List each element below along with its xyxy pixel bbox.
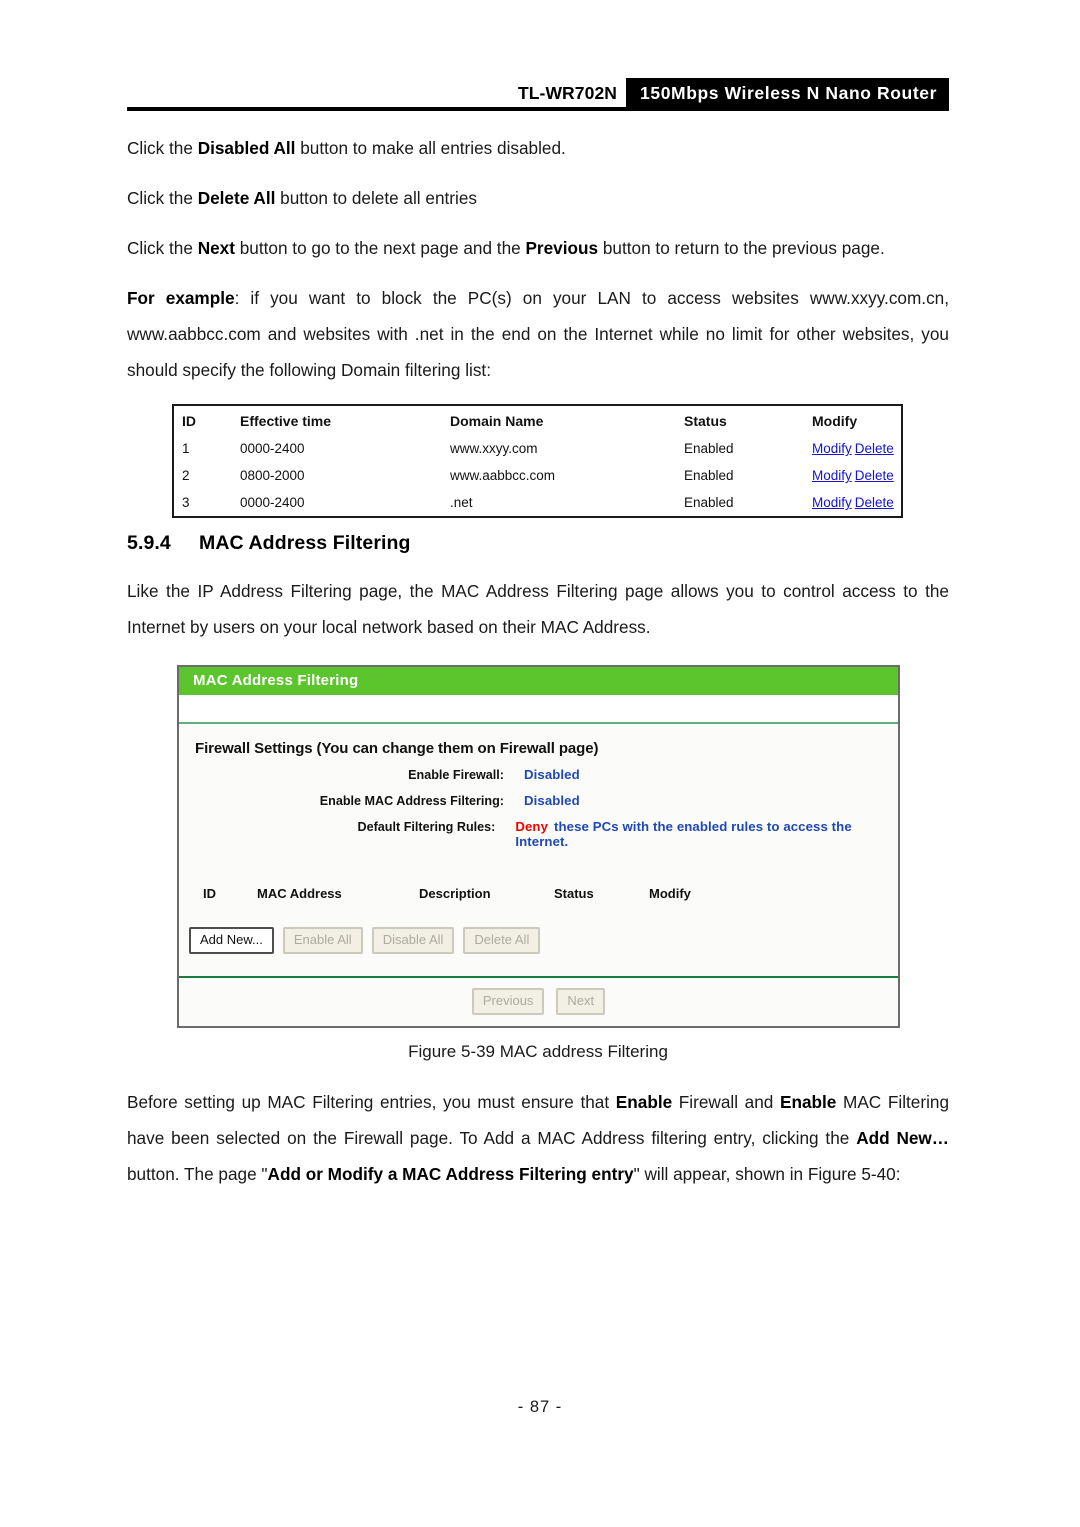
- cell-status: Enabled: [684, 495, 734, 510]
- cell-modify: Modify Delete: [812, 489, 912, 516]
- modify-link[interactable]: Modify: [812, 468, 852, 483]
- router-ui-panel: MAC Address Filtering Firewall Settings …: [177, 665, 900, 1028]
- header-model-name: TL-WR702N: [517, 82, 618, 103]
- col-header-description: Description: [419, 886, 491, 901]
- router-panel-body: Firewall Settings (You can change them o…: [179, 724, 898, 976]
- paragraph-for-example: For example: if you want to block the PC…: [127, 288, 949, 380]
- field-enable-mac-address-filtering: Enable MAC Address Filtering: Disabled: [179, 793, 898, 808]
- document-content: Click the Disabled All button to make al…: [127, 130, 949, 1192]
- header-rule: [127, 107, 949, 111]
- modify-link[interactable]: Modify: [812, 441, 852, 456]
- section-number: 5.9.4: [127, 532, 171, 554]
- field-value: Disabled: [524, 793, 580, 808]
- field-enable-firewall: Enable Firewall: Disabled: [179, 767, 898, 782]
- modify-link[interactable]: Modify: [812, 495, 852, 510]
- table-header-row: ID Effective time Domain Name Status Mod…: [174, 406, 912, 435]
- delete-link[interactable]: Delete: [855, 495, 894, 510]
- section-title: MAC Address Filtering: [199, 532, 411, 554]
- domain-filtering-table: ID Effective time Domain Name Status Mod…: [172, 404, 903, 518]
- router-panel-blank-strip: [179, 695, 898, 724]
- col-header-mac-address: MAC Address: [257, 886, 342, 901]
- field-default-filtering-rules: Default Filtering Rules: Deny these PCs w…: [179, 819, 898, 849]
- cell-domain: www.xxyy.com: [450, 441, 538, 456]
- paragraph-delete-all: Click the Delete All button to delete al…: [127, 188, 477, 208]
- router-panel-title: MAC Address Filtering: [179, 667, 898, 695]
- add-new-button[interactable]: Add New...: [189, 927, 274, 954]
- firewall-settings-title: Firewall Settings (You can change them o…: [195, 740, 599, 757]
- paragraph-disabled-all: Click the Disabled All button to make al…: [127, 138, 566, 158]
- section-heading: 5.9.4 MAC Address Filtering: [127, 532, 949, 555]
- cell-modify: Modify Delete: [812, 435, 912, 462]
- paragraph-mac-intro: Like the IP Address Filtering page, the …: [127, 581, 949, 637]
- default-rule-text: these PCs with the enabled rules to acce…: [515, 819, 852, 849]
- cell-time: 0800-2000: [240, 468, 305, 483]
- cell-domain: .net: [450, 495, 473, 510]
- delete-link[interactable]: Delete: [855, 441, 894, 456]
- cell-domain: www.aabbcc.com: [450, 468, 556, 483]
- cell-time: 0000-2400: [240, 495, 305, 510]
- delete-all-button[interactable]: Delete All: [463, 927, 541, 954]
- col-header-id: ID: [203, 886, 216, 901]
- cell-modify: Modify Delete: [812, 462, 912, 489]
- table-row: 3 0000-2400 .net Enabled Modify Delete: [174, 489, 912, 516]
- field-label: Enable MAC Address Filtering:: [319, 794, 504, 808]
- next-button[interactable]: Next: [556, 988, 606, 1015]
- page-running-header: TL-WR702N 150Mbps Wireless N Nano Router: [127, 78, 949, 112]
- table-row: 2 0800-2000 www.aabbcc.com Enabled Modif…: [174, 462, 912, 489]
- table-row: 1 0000-2400 www.xxyy.com Enabled Modify D…: [174, 435, 912, 462]
- cell-status: Enabled: [684, 441, 734, 456]
- col-header-domain: Domain Name: [450, 412, 544, 429]
- paragraph-before-setup: Before setting up MAC Filtering entries,…: [127, 1092, 950, 1184]
- deny-emphasis: Deny: [515, 819, 549, 834]
- mac-entries-action-buttons: Add New... Enable All Disable All Delete…: [179, 901, 898, 976]
- cell-id: 3: [182, 495, 190, 510]
- col-header-status: Status: [554, 886, 594, 901]
- cell-time: 0000-2400: [240, 441, 305, 456]
- enable-all-button[interactable]: Enable All: [282, 927, 363, 954]
- col-header-status: Status: [684, 412, 727, 429]
- figure-caption: Figure 5-39 MAC address Filtering: [408, 1042, 668, 1061]
- header-product-badge: 150Mbps Wireless N Nano Router: [626, 78, 949, 108]
- col-header-modify: Modify: [649, 886, 691, 901]
- cell-status: Enabled: [684, 468, 734, 483]
- col-header-time: Effective time: [240, 412, 332, 429]
- disable-all-button[interactable]: Disable All: [371, 927, 455, 954]
- field-label: Enable Firewall:: [408, 768, 504, 782]
- field-value: Deny these PCs with the enabled rules to …: [515, 819, 898, 849]
- field-label: Default Filtering Rules:: [357, 820, 496, 834]
- cell-id: 1: [182, 441, 190, 456]
- field-value: Disabled: [524, 767, 580, 782]
- previous-button[interactable]: Previous: [471, 988, 545, 1015]
- paragraph-next-previous: Click the Next button to go to the next …: [127, 238, 885, 258]
- col-header-modify: Modify: [812, 412, 858, 429]
- page-number-footer: - 87 -: [517, 1398, 563, 1416]
- pagination-bar: Previous Next: [179, 978, 898, 1026]
- mac-entries-table-header: ID MAC Address Description Status Modify: [179, 860, 898, 901]
- col-header-id: ID: [182, 412, 196, 429]
- delete-link[interactable]: Delete: [855, 468, 894, 483]
- cell-id: 2: [182, 468, 190, 483]
